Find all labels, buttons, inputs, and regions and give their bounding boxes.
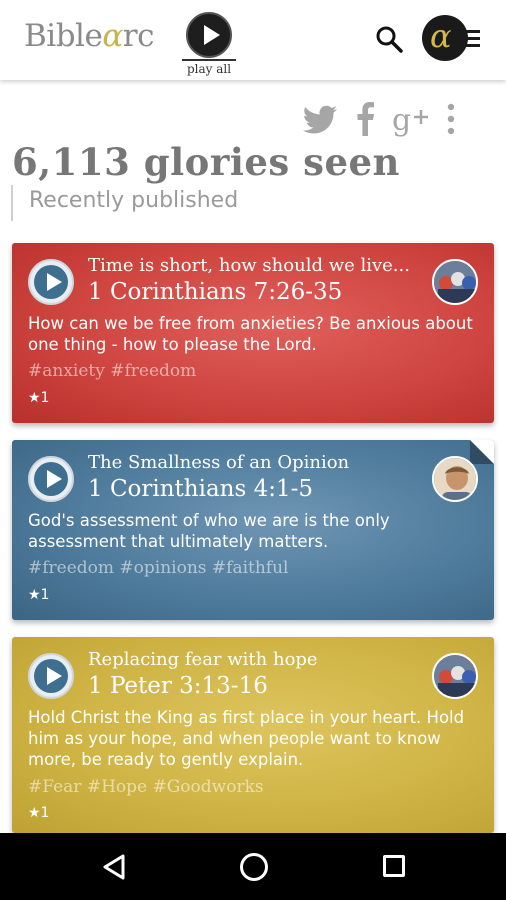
scripture-reference: 1 Corinthians 4:1-5 <box>88 476 314 502</box>
app-badge-icon: α <box>422 15 468 61</box>
recents-icon[interactable] <box>383 855 405 877</box>
search-icon[interactable] <box>374 24 404 54</box>
play-icon[interactable] <box>28 653 74 699</box>
glories-counter: 6,113 glories seen <box>12 140 400 184</box>
app-bar: Bibleαrc play all α <box>0 0 506 80</box>
card-subtitle: The Smallness of an Opinion <box>88 452 350 473</box>
avatar[interactable] <box>432 653 478 699</box>
logo-alpha: α <box>102 18 123 54</box>
avatar[interactable] <box>432 259 478 305</box>
card-tags[interactable]: #freedom #opinions #faithful <box>28 558 289 578</box>
play-all-label: play all <box>186 62 232 76</box>
sermon-card[interactable]: Replacing fear with hope 1 Peter 3:13-16… <box>12 637 494 833</box>
logo-prefix: Bible <box>24 18 103 54</box>
system-nav-bar <box>0 833 506 900</box>
play-all-button[interactable]: play all <box>181 12 237 76</box>
folded-corner <box>470 440 494 464</box>
logo-suffix: rc <box>122 18 155 54</box>
play-icon[interactable] <box>28 259 74 305</box>
menu-button[interactable]: α <box>422 15 484 63</box>
section-title: Recently published <box>11 185 238 221</box>
more-vert-icon[interactable] <box>444 100 458 138</box>
card-description: Hold Christ the King as first place in y… <box>28 708 465 769</box>
svg-text:g: g <box>392 103 411 138</box>
avatar[interactable] <box>432 456 478 502</box>
star-count[interactable]: ★1 <box>28 805 49 821</box>
back-icon[interactable] <box>101 853 127 881</box>
star-count[interactable]: ★1 <box>28 390 49 406</box>
card-description: God's assessment of who we are is the on… <box>28 511 390 551</box>
card-tags[interactable]: #anxiety #freedom <box>28 361 196 381</box>
card-tags[interactable]: #Fear #Hope #Goodworks <box>28 777 264 797</box>
divider <box>182 59 236 61</box>
sermon-card[interactable]: Time is short, how should we live... 1 C… <box>12 243 494 423</box>
star-count[interactable]: ★1 <box>28 587 49 603</box>
menu-logo-alpha: α <box>430 17 452 55</box>
card-description: How can we be free from anxieties? Be an… <box>28 314 473 354</box>
play-icon <box>186 12 232 58</box>
sermon-card[interactable]: The Smallness of an Opinion 1 Corinthian… <box>12 440 494 620</box>
twitter-icon[interactable] <box>300 100 340 138</box>
hamburger-icon <box>464 30 480 51</box>
scripture-reference: 1 Corinthians 7:26-35 <box>88 279 343 305</box>
card-subtitle: Time is short, how should we live... <box>88 255 410 276</box>
app-logo[interactable]: Bibleαrc <box>24 18 154 54</box>
card-subtitle: Replacing fear with hope <box>88 649 318 670</box>
google-plus-icon[interactable]: g <box>392 100 432 138</box>
scripture-reference: 1 Peter 3:13-16 <box>88 673 268 699</box>
play-icon[interactable] <box>28 456 74 502</box>
facebook-icon[interactable] <box>354 100 376 138</box>
home-icon[interactable] <box>240 853 268 881</box>
